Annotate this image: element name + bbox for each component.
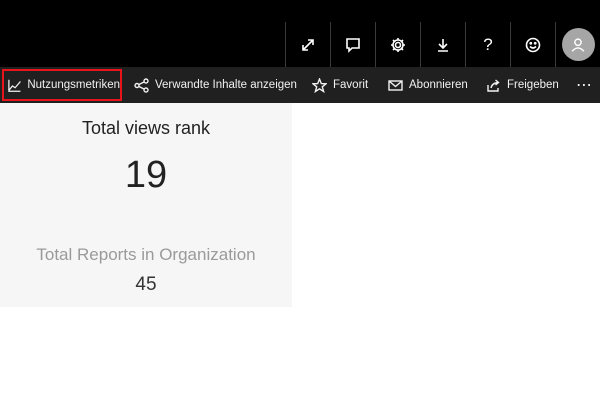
share-label: Freigeben bbox=[507, 79, 559, 91]
action-bar: Nutzungsmetriken Verwandte Inhalte anzei… bbox=[0, 67, 600, 103]
comment-button[interactable] bbox=[330, 22, 375, 67]
gear-icon bbox=[391, 37, 405, 52]
more-options-icon: ⋯ bbox=[576, 77, 593, 94]
tile-value: 19 bbox=[124, 154, 168, 196]
usage-metrics-button[interactable]: Nutzungsmetriken bbox=[2, 69, 122, 101]
share-icon bbox=[487, 78, 500, 92]
tile-subtitle: Total Reports in Organization bbox=[36, 245, 256, 264]
share-network-icon bbox=[134, 77, 149, 93]
tile-subvalue: 45 bbox=[135, 274, 157, 295]
avatar-icon bbox=[571, 37, 585, 52]
expand-icon bbox=[302, 38, 314, 51]
avatar bbox=[561, 28, 595, 61]
line-chart-icon bbox=[8, 79, 21, 92]
related-content-label: Verwandte Inhalte anzeigen bbox=[155, 79, 297, 91]
help-icon: ? bbox=[483, 34, 493, 54]
envelope-icon bbox=[388, 79, 403, 91]
related-content-button[interactable]: Verwandte Inhalte anzeigen bbox=[134, 67, 297, 103]
top-header: ? bbox=[0, 0, 600, 67]
account-button[interactable] bbox=[555, 22, 600, 67]
subscribe-button[interactable]: Abonnieren bbox=[388, 67, 468, 103]
settings-button[interactable] bbox=[375, 22, 420, 67]
favorite-button[interactable]: Favorit bbox=[312, 67, 368, 103]
download-button[interactable] bbox=[420, 22, 465, 67]
favorite-label: Favorit bbox=[333, 79, 369, 91]
kpi-tile[interactable]: Total views rank 19 Total Reports in Org… bbox=[0, 103, 292, 307]
expand-button[interactable] bbox=[285, 22, 330, 67]
feedback-button[interactable] bbox=[510, 22, 555, 67]
help-button[interactable]: ? bbox=[465, 22, 510, 67]
header-icon-bar: ? bbox=[285, 22, 600, 67]
comment-icon bbox=[346, 37, 360, 53]
tile-title: Total views rank bbox=[81, 118, 211, 138]
star-icon bbox=[312, 77, 327, 93]
more-options-button[interactable]: ⋯ bbox=[576, 67, 593, 103]
smiley-icon bbox=[525, 37, 541, 52]
subscribe-label: Abonnieren bbox=[409, 79, 468, 91]
share-button[interactable]: Freigeben bbox=[486, 67, 559, 103]
usage-metrics-label: Nutzungsmetriken bbox=[27, 79, 120, 91]
download-icon bbox=[438, 38, 448, 52]
